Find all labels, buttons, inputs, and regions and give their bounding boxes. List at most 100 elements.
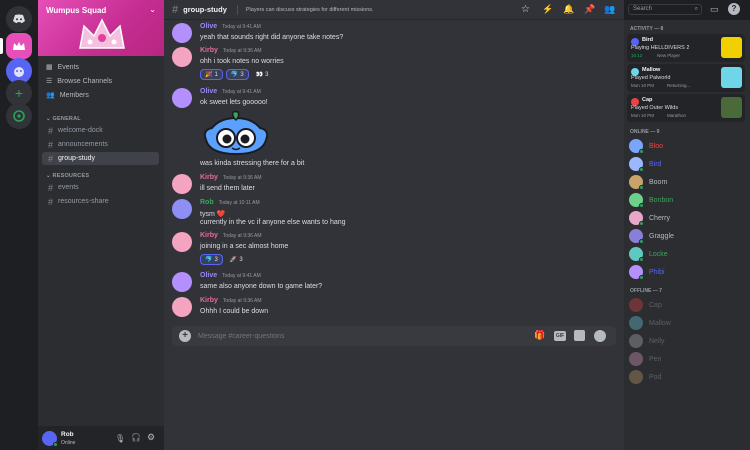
- reactions: 🎉 1 🐬 3 👀 3: [200, 69, 272, 80]
- avatar[interactable]: [42, 431, 58, 447]
- avatar: [629, 139, 644, 154]
- reaction-count: 1: [214, 71, 218, 78]
- avatar[interactable]: [172, 199, 192, 219]
- author-name[interactable]: Kirby: [200, 232, 218, 239]
- pin-icon[interactable]: 📌: [584, 4, 595, 15]
- channel-header: # group-study Players can discuss strate…: [164, 0, 624, 20]
- avatar[interactable]: [172, 272, 192, 292]
- offline-header: OFFLINE — 7: [630, 288, 662, 294]
- author-name[interactable]: Kirby: [200, 297, 218, 304]
- avatar[interactable]: [172, 174, 192, 194]
- channel-announcements[interactable]: # announcements: [42, 138, 159, 151]
- browse-channels-icon: ☰: [46, 78, 53, 85]
- avatar[interactable]: [172, 297, 192, 317]
- member-item[interactable]: Boom: [629, 175, 667, 190]
- nav-browse-channels[interactable]: ☰ Browse Channels: [46, 77, 113, 86]
- calendar-icon: ▦: [46, 64, 53, 71]
- hash-icon: #: [48, 139, 54, 150]
- member-item[interactable]: Pod: [629, 370, 661, 384]
- help-icon[interactable]: ?: [728, 3, 740, 15]
- member-item[interactable]: Bird: [629, 157, 661, 172]
- message-composer: + 🎁 GIF: [172, 326, 616, 346]
- author-name[interactable]: Olive: [200, 272, 217, 279]
- reaction[interactable]: 🎉 1: [200, 69, 223, 80]
- activity-card[interactable]: Mallow Played Palworld Mon 10 PM Returni…: [627, 64, 745, 92]
- server-wumpus-squad-icon[interactable]: [6, 33, 32, 59]
- search-box[interactable]: Search ⌕: [628, 4, 702, 15]
- avatar[interactable]: [172, 47, 192, 67]
- channel-events[interactable]: # events: [42, 181, 159, 194]
- avatar[interactable]: [172, 232, 192, 252]
- discord-home-icon[interactable]: [6, 6, 32, 32]
- chat-area: # group-study Players can discuss strate…: [164, 0, 624, 450]
- channel-label: welcome-dock: [58, 127, 103, 134]
- author-name[interactable]: Kirby: [200, 47, 218, 54]
- nav-events-label: Events: [57, 63, 80, 71]
- member-item[interactable]: Bloo: [629, 139, 663, 154]
- nav-members[interactable]: 👥 Members: [46, 91, 89, 100]
- avatar[interactable]: [172, 23, 192, 43]
- message-header: Olive Today at 9:41 AM: [200, 88, 261, 95]
- member-list-icon[interactable]: 👥: [604, 4, 615, 15]
- activity-card[interactable]: Bird Playing HELLDIVERS 2 16:12 New Play…: [627, 34, 745, 62]
- channel-label: group-study: [58, 155, 95, 162]
- nav-browse-channels-label: Browse Channels: [57, 77, 113, 85]
- member-item[interactable]: Cap: [629, 298, 662, 312]
- member-item[interactable]: Phibi: [629, 265, 665, 280]
- author-name[interactable]: Olive: [200, 88, 217, 95]
- gear-icon[interactable]: ⚙: [147, 432, 155, 443]
- user-name: Rob: [61, 431, 74, 438]
- headphones-icon[interactable]: 🎧: [131, 433, 141, 442]
- category-resources-label: RESOURCES: [52, 173, 90, 179]
- inbox-icon[interactable]: ▭: [710, 4, 719, 15]
- member-item[interactable]: Nelly: [629, 334, 665, 348]
- search-placeholder: Search: [633, 6, 653, 12]
- member-item[interactable]: Pen: [629, 352, 661, 366]
- author-name[interactable]: Olive: [200, 23, 217, 30]
- member-item[interactable]: Mallow: [629, 316, 671, 330]
- microphone-icon[interactable]: 🎙: [115, 434, 125, 443]
- bell-icon[interactable]: 🔔: [563, 4, 574, 15]
- sticker-icon[interactable]: [574, 330, 585, 341]
- author-name[interactable]: Rob: [200, 199, 214, 206]
- member-item[interactable]: Cherry: [629, 211, 671, 226]
- reaction[interactable]: 👀 3: [252, 69, 273, 80]
- member-item[interactable]: Locke: [629, 247, 668, 262]
- avatar[interactable]: [172, 88, 192, 108]
- activity-time: 16:12: [631, 53, 643, 58]
- activity-line: Played Outer Wilds: [631, 105, 679, 111]
- channel-sidebar: Wumpus Squad ⌄ ▦ Events ☰ Browse Channel…: [38, 0, 164, 450]
- member-item[interactable]: Graggle: [629, 229, 674, 244]
- member-name: Pen: [649, 355, 662, 363]
- emoji-icon[interactable]: [594, 330, 606, 342]
- reaction[interactable]: 🚀 3: [226, 254, 247, 265]
- gif-icon[interactable]: GIF: [554, 331, 566, 341]
- nav-events[interactable]: ▦ Events: [46, 63, 80, 72]
- member-name: Bonbon: [649, 196, 674, 204]
- gift-icon[interactable]: 🎁: [534, 330, 545, 341]
- server-banner[interactable]: Wumpus Squad ⌄: [38, 0, 164, 56]
- channel-welcome-dock[interactable]: # welcome-dock: [42, 124, 159, 137]
- member-item[interactable]: Bonbon: [629, 193, 674, 208]
- channel-group-study[interactable]: # group-study: [42, 152, 159, 165]
- chevron-down-icon[interactable]: ⌄: [149, 5, 156, 14]
- threads-star-icon[interactable]: ☆: [521, 4, 530, 15]
- category-resources[interactable]: ⌄ RESOURCES: [46, 173, 89, 179]
- discover-icon[interactable]: [6, 103, 32, 129]
- channel-resources-share[interactable]: # resources-share: [42, 195, 159, 208]
- reaction[interactable]: 🐬 3: [225, 69, 249, 80]
- member-name: Pod: [649, 373, 662, 381]
- avatar: [629, 229, 644, 244]
- reaction-count: 3: [239, 256, 243, 263]
- author-name[interactable]: Kirby: [200, 174, 218, 181]
- activity-card[interactable]: Cap Played Outer Wilds Mon 10 PM Maratho…: [627, 94, 745, 122]
- member-list-header: Search ⌕ ▭ ?: [624, 0, 750, 20]
- reaction-count: 3: [265, 71, 269, 78]
- member-name: Cherry: [649, 214, 671, 222]
- timestamp: Today at 9:36 AM: [222, 175, 262, 181]
- category-general[interactable]: ⌄ GENERAL: [46, 116, 81, 122]
- message-input[interactable]: [198, 330, 498, 342]
- threads-icon[interactable]: ⚡: [542, 4, 553, 15]
- reaction[interactable]: 🐬 3: [200, 254, 223, 265]
- add-attachment-icon[interactable]: +: [179, 330, 191, 342]
